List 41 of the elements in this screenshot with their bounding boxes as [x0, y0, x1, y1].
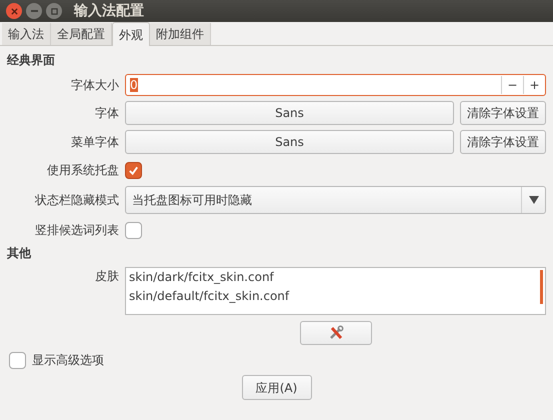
close-icon — [10, 8, 18, 14]
checkmark-icon — [128, 164, 139, 176]
checkbox-label: 显示高级选项 — [32, 352, 104, 369]
minimize-icon — [30, 10, 38, 12]
dropdown-value: 当托盘图标可用时隐藏 — [131, 192, 253, 209]
maximize-icon — [50, 8, 58, 14]
apply-button[interactable]: 应用(A) — [242, 375, 312, 400]
font-size-spin-field[interactable]: 0 − + — [125, 74, 546, 96]
skin-list-item[interactable]: skin/default/fcitx_skin.conf — [129, 287, 545, 306]
field-label: 皮肤 — [94, 268, 119, 285]
field-label: 字体 — [94, 105, 119, 122]
decrement-button[interactable]: − — [501, 76, 523, 94]
skin-list-item[interactable]: skin/dark/fcitx_skin.conf — [129, 268, 545, 287]
field-label: 字体大小 — [70, 77, 119, 94]
clear-font-button[interactable]: 清除字体设置 — [460, 130, 546, 154]
checkbox[interactable] — [125, 162, 142, 178]
field-label: 使用系统托盘 — [46, 162, 119, 179]
window-title: 输入法配置 — [74, 2, 144, 20]
font-picker-button[interactable]: Sans — [125, 130, 454, 154]
tab[interactable]: 全局配置 — [51, 23, 112, 45]
tab[interactable]: 输入法 — [2, 23, 51, 45]
font-picker-button[interactable]: Sans — [125, 101, 454, 125]
tools-icon — [328, 325, 344, 341]
field-label: 菜单字体 — [70, 134, 119, 151]
checkbox[interactable] — [9, 352, 26, 368]
tab[interactable]: 附加组件 — [150, 23, 211, 45]
dropdown-arrow-icon — [528, 196, 538, 204]
maximize-button[interactable] — [46, 3, 62, 19]
checkbox[interactable] — [125, 222, 142, 238]
field-label: 状态栏隐藏模式 — [34, 192, 119, 209]
hide-mode-dropdown[interactable]: 当托盘图标可用时隐藏 — [125, 186, 546, 214]
section-heading: 经典界面 — [7, 52, 56, 69]
spin-value: 0 — [129, 77, 139, 94]
minimize-button[interactable] — [26, 3, 42, 19]
increment-button[interactable]: + — [523, 76, 545, 94]
tab[interactable]: 外观 — [112, 22, 150, 46]
field-label: 竖排候选词列表 — [34, 222, 119, 239]
clear-font-button[interactable]: 清除字体设置 — [460, 101, 546, 125]
section-heading: 其他 — [7, 245, 32, 262]
close-button[interactable] — [6, 3, 22, 19]
configure-skin-button[interactable] — [300, 321, 372, 345]
